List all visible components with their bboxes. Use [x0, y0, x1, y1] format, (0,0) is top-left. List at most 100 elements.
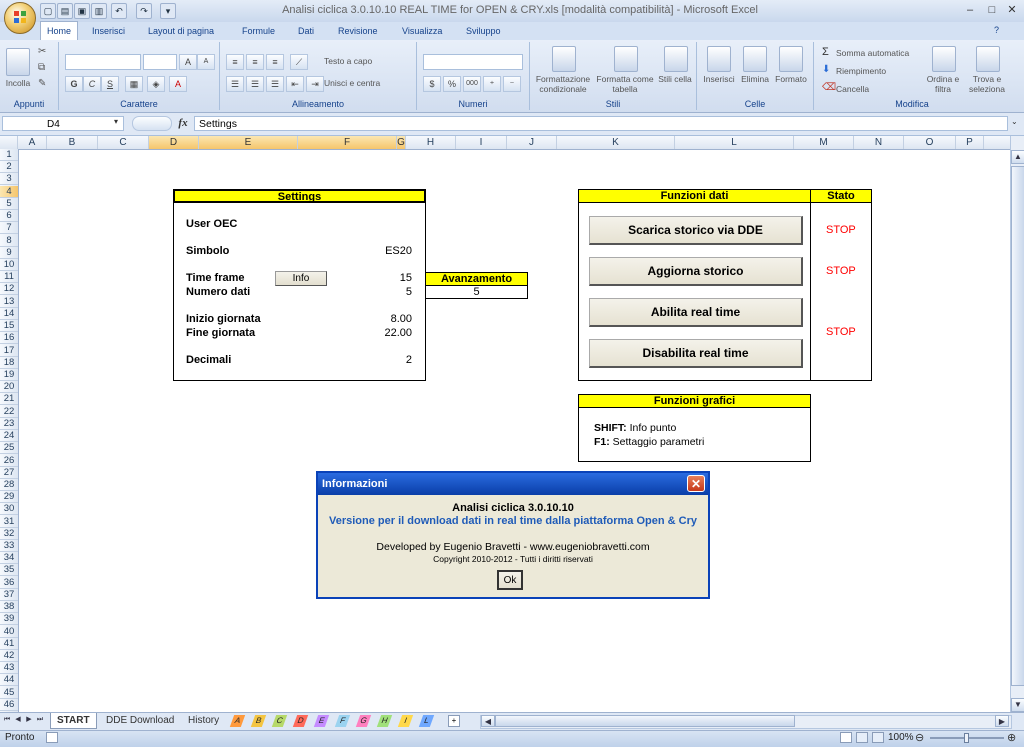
- merge-center-button[interactable]: Unisci e centra: [324, 78, 414, 88]
- next-sheet-icon[interactable]: ▶: [24, 714, 34, 726]
- symbol-value[interactable]: ES20: [340, 245, 412, 257]
- new-file-icon[interactable]: ▢: [40, 3, 56, 19]
- row-header-21[interactable]: 21: [0, 393, 18, 406]
- last-sheet-icon[interactable]: ⏭: [35, 714, 45, 726]
- format-cells-button[interactable]: Formato: [771, 74, 811, 84]
- row-header-43[interactable]: 43: [0, 662, 18, 675]
- column-header-a[interactable]: A: [18, 136, 47, 149]
- column-header-i[interactable]: I: [456, 136, 507, 149]
- row-header-26[interactable]: 26: [0, 455, 18, 467]
- tab-layout[interactable]: Layout di pagina: [142, 22, 220, 40]
- paste-label[interactable]: Incolla: [0, 78, 36, 88]
- italic-button[interactable]: C: [83, 76, 101, 92]
- zoom-out-icon[interactable]: ⊖: [915, 731, 924, 744]
- row-header-35[interactable]: 35: [0, 564, 18, 577]
- horizontal-scrollbar[interactable]: ◀ ▶: [480, 715, 1012, 729]
- row-header-14[interactable]: 14: [0, 308, 18, 320]
- find-select-icon[interactable]: [976, 46, 1000, 72]
- sheet-tab-dde-download[interactable]: DDE Download: [100, 713, 180, 728]
- cell-styles-button[interactable]: Stili cella: [656, 74, 694, 84]
- insert-cells-button[interactable]: Inserisci: [699, 74, 739, 84]
- insert-function-button[interactable]: fx: [176, 116, 190, 131]
- column-header-b[interactable]: B: [47, 136, 98, 149]
- row-header-28[interactable]: 28: [0, 479, 18, 491]
- column-header-c[interactable]: C: [98, 136, 149, 149]
- align-bottom-icon[interactable]: ≡: [266, 54, 284, 70]
- first-sheet-icon[interactable]: ⏮: [2, 714, 12, 726]
- info-button[interactable]: Info: [275, 271, 327, 286]
- autosum-button[interactable]: Somma automatica: [836, 48, 936, 58]
- align-top-icon[interactable]: ≡: [226, 54, 244, 70]
- tab-visualizza[interactable]: Visualizza: [396, 22, 448, 40]
- row-header-4[interactable]: 4: [0, 185, 18, 198]
- borders-icon[interactable]: ▦: [125, 76, 143, 92]
- zoom-level[interactable]: 100%: [888, 732, 914, 743]
- help-icon[interactable]: ?: [994, 25, 999, 35]
- zoom-in-icon[interactable]: ⊕: [1007, 731, 1016, 744]
- orientation-icon[interactable]: ⟋: [290, 54, 308, 70]
- tab-revisione[interactable]: Revisione: [332, 22, 384, 40]
- select-all-corner[interactable]: [0, 136, 18, 149]
- numdata-value[interactable]: 5: [340, 286, 412, 298]
- redo-button[interactable]: ↷: [136, 3, 152, 19]
- format-cells-icon[interactable]: [779, 46, 803, 72]
- delete-cells-icon[interactable]: [743, 46, 767, 72]
- row-header-20[interactable]: 20: [0, 381, 18, 394]
- find-select-button[interactable]: Trova e seleziona: [964, 74, 1010, 94]
- zoom-slider-thumb[interactable]: [964, 733, 969, 743]
- close-window-button[interactable]: ✕: [1002, 3, 1022, 17]
- row-header-36[interactable]: 36: [0, 577, 18, 589]
- row-header-16[interactable]: 16: [0, 332, 18, 345]
- sort-filter-button[interactable]: Ordina e filtra: [920, 74, 966, 94]
- save-as-icon[interactable]: ▥: [91, 3, 107, 19]
- align-right-icon[interactable]: ☰: [266, 76, 284, 92]
- save-icon[interactable]: ▣: [74, 3, 90, 19]
- row-header-15[interactable]: 15: [0, 320, 18, 333]
- row-header-37[interactable]: 37: [0, 589, 18, 601]
- row-header-46[interactable]: 46: [0, 699, 18, 711]
- row-header-44[interactable]: 44: [0, 674, 18, 687]
- minimize-button[interactable]: –: [960, 3, 980, 17]
- row-header-25[interactable]: 25: [0, 442, 18, 455]
- row-header-29[interactable]: 29: [0, 491, 18, 504]
- column-header-g[interactable]: G: [397, 136, 406, 149]
- sort-filter-icon[interactable]: [932, 46, 956, 72]
- row-header-11[interactable]: 11: [0, 271, 18, 284]
- page-break-view-icon[interactable]: [872, 732, 884, 743]
- align-middle-icon[interactable]: ≡: [246, 54, 264, 70]
- row-header-9[interactable]: 9: [0, 247, 18, 259]
- timeframe-value[interactable]: 15: [340, 272, 412, 284]
- dialog-close-icon[interactable]: ✕: [687, 475, 705, 492]
- column-header-n[interactable]: N: [854, 136, 904, 149]
- column-header-p[interactable]: P: [956, 136, 984, 149]
- update-history-button[interactable]: Aggiorna storico: [589, 257, 803, 286]
- dialog-title[interactable]: Informazioni: [318, 473, 708, 495]
- end-value[interactable]: 22.00: [340, 327, 412, 339]
- bold-button[interactable]: G: [65, 76, 83, 92]
- formula-input[interactable]: Settings: [194, 116, 1008, 131]
- macro-record-icon[interactable]: [46, 732, 58, 743]
- column-header-m[interactable]: M: [794, 136, 854, 149]
- row-header-24[interactable]: 24: [0, 430, 18, 443]
- maximize-button[interactable]: □: [982, 3, 1002, 17]
- row-header-31[interactable]: 31: [0, 516, 18, 528]
- dialog-ok-button[interactable]: Ok: [497, 570, 523, 590]
- sheet-tab-history[interactable]: History: [182, 713, 225, 728]
- underline-button[interactable]: S: [101, 76, 119, 92]
- row-header-18[interactable]: 18: [0, 357, 18, 369]
- scroll-right-icon[interactable]: ▶: [995, 715, 1009, 727]
- row-header-13[interactable]: 13: [0, 296, 18, 308]
- disable-realtime-button[interactable]: Disabilita real time: [589, 339, 803, 368]
- format-table-button[interactable]: Formatta come tabella: [596, 74, 654, 94]
- row-header-2[interactable]: 2: [0, 161, 18, 174]
- cut-icon[interactable]: ✂: [38, 46, 46, 57]
- font-color-icon[interactable]: A: [169, 76, 187, 92]
- fill-color-icon[interactable]: ◈: [147, 76, 165, 92]
- row-header-22[interactable]: 22: [0, 406, 18, 418]
- format-painter-icon[interactable]: ✎: [38, 78, 46, 89]
- tab-sviluppo[interactable]: Sviluppo: [460, 22, 507, 40]
- column-header-d[interactable]: D: [149, 136, 199, 149]
- row-header-38[interactable]: 38: [0, 601, 18, 614]
- vertical-scrollbar[interactable]: ▲ ▼: [1010, 136, 1024, 712]
- row-header-10[interactable]: 10: [0, 259, 18, 271]
